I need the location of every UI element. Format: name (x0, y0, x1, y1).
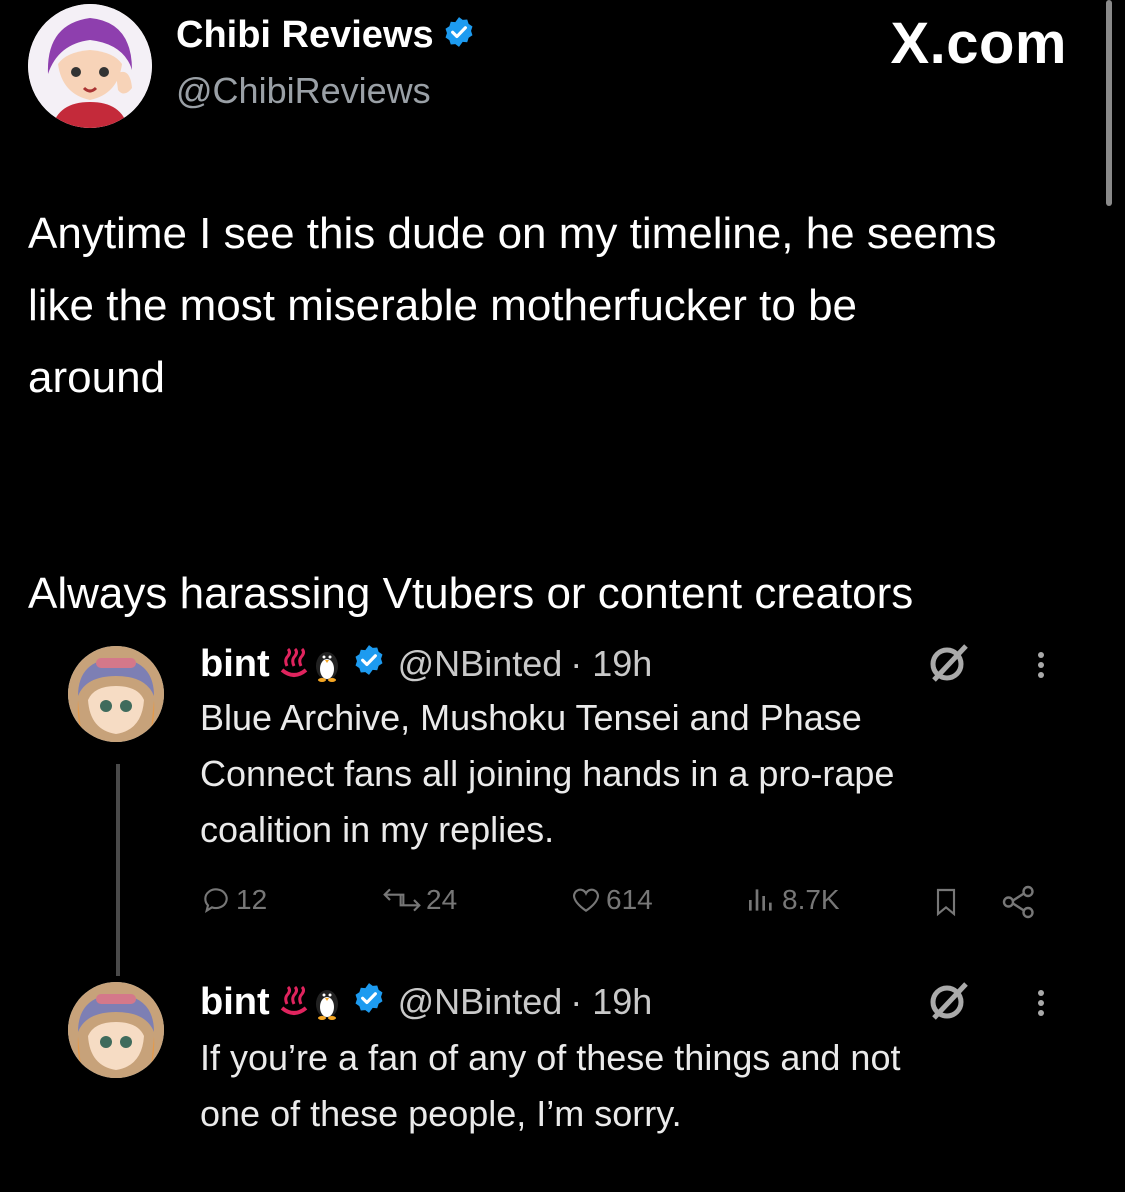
quoted-author-name[interactable]: bint (200, 981, 270, 1024)
verified-badge-icon (442, 15, 476, 59)
repost-button[interactable]: 24 (382, 884, 457, 916)
quoted-author-name[interactable]: bint (200, 643, 270, 686)
name-emoji (278, 646, 342, 682)
repost-count: 24 (426, 884, 458, 915)
author-name[interactable]: Chibi Reviews (176, 14, 476, 59)
share-button[interactable] (1000, 884, 1038, 920)
bookmark-icon (936, 888, 956, 917)
views-chart-icon (749, 889, 772, 911)
bookmark-button[interactable] (930, 884, 962, 920)
quoted-author-handle[interactable]: @NBinted (398, 981, 563, 1023)
name-emoji (278, 984, 342, 1020)
like-button[interactable]: 614 (570, 884, 653, 916)
reply-count: 12 (236, 884, 268, 915)
heart-icon (573, 888, 599, 912)
views-button[interactable]: 8.7K (744, 884, 840, 916)
quoted-time[interactable]: · 19h (570, 643, 652, 685)
reply-button[interactable]: 12 (200, 884, 267, 916)
grok-icon[interactable] (926, 978, 972, 1029)
thread-connector-line (116, 764, 120, 976)
quoted-tweet-1-text: Blue Archive, Mushoku Tensei and Phase C… (200, 690, 1080, 858)
text-line: If you’re a fan of any of these things a… (200, 1037, 901, 1078)
penguin-icon (315, 990, 338, 1020)
text-line: one of these people, I’m sorry. (200, 1093, 682, 1134)
views-count: 8.7K (782, 884, 840, 915)
scrollbar[interactable] (1106, 0, 1112, 206)
quoted-tweet-1-actions: 12 24 614 8.7K (200, 884, 1050, 932)
author-name-text: Chibi Reviews (176, 14, 434, 56)
hot-springs-icon (280, 986, 307, 1015)
reply-icon (204, 888, 228, 913)
tweet-text: Anytime I see this dude on my timeline, … (28, 209, 997, 618)
share-icon (1002, 885, 1034, 919)
verified-badge-icon (352, 981, 386, 1024)
text-line: Connect fans all joining hands in a pro-… (200, 753, 895, 794)
quoted-tweet-1-header: bint @NBinted · 19h (200, 640, 652, 688)
hot-springs-icon (280, 648, 307, 677)
text-line: Blue Archive, Mushoku Tensei and Phase (200, 697, 862, 738)
more-options-icon[interactable] (1036, 986, 1046, 1020)
x-brand-logo: X.com (890, 11, 1067, 76)
quoted-avatar-1[interactable] (68, 646, 164, 742)
quoted-tweet-2-header: bint @NBinted · 19h (200, 978, 652, 1026)
quoted-tweet-2-text: If you’re a fan of any of these things a… (200, 1030, 1080, 1142)
like-count: 614 (606, 884, 653, 915)
quoted-author-handle[interactable]: @NBinted (398, 643, 563, 685)
penguin-icon (315, 652, 338, 682)
grok-icon[interactable] (926, 640, 972, 691)
author-handle[interactable]: @ChibiReviews (176, 70, 431, 112)
quoted-avatar-2[interactable] (68, 982, 164, 1078)
text-line: coalition in my replies. (200, 809, 555, 850)
author-avatar[interactable] (28, 4, 152, 128)
repost-icon (383, 888, 421, 912)
more-options-icon[interactable] (1036, 648, 1046, 682)
verified-badge-icon (352, 643, 386, 686)
quoted-time[interactable]: · 19h (570, 981, 652, 1023)
